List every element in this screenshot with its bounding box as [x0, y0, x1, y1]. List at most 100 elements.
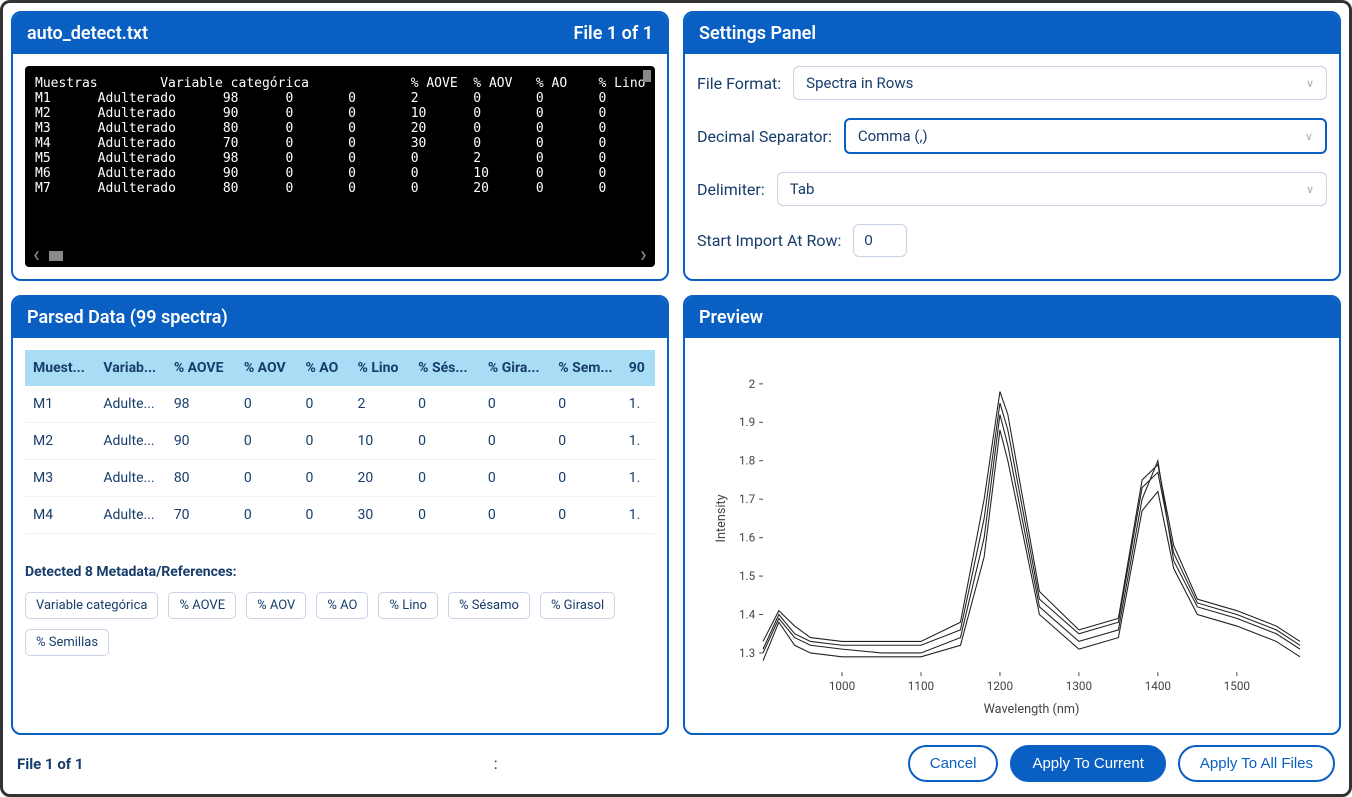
file-counter-header: File 1 of 1 — [573, 23, 653, 44]
settings-panel: Settings Panel File Format: Spectra in R… — [683, 11, 1341, 281]
table-cell: Adulte... — [95, 423, 165, 460]
table-cell: 10 — [349, 423, 410, 460]
svg-text:1.5: 1.5 — [739, 569, 756, 583]
chevron-down-icon: ∨ — [1306, 183, 1314, 196]
scroll-left-icon[interactable]: ❮ — [33, 248, 40, 263]
table-cell: Adulte... — [95, 386, 165, 423]
spectra-chart: 1.31.41.51.61.71.81.92100011001200130014… — [697, 350, 1327, 721]
svg-text:1.4: 1.4 — [739, 607, 756, 621]
file-panel: auto_detect.txt File 1 of 1 Muestras Var… — [11, 11, 669, 281]
svg-text:Wavelength (nm): Wavelength (nm) — [984, 702, 1080, 717]
delimiter-value: Tab — [790, 180, 815, 198]
table-cell: 0 — [410, 423, 480, 460]
cancel-button[interactable]: Cancel — [908, 745, 999, 782]
table-cell: 1. — [621, 497, 655, 534]
svg-text:1.9: 1.9 — [739, 415, 755, 429]
metadata-tag[interactable]: % Girasol — [540, 592, 615, 619]
table-cell: 0 — [297, 386, 349, 423]
metadata-tag[interactable]: % Sésamo — [448, 592, 530, 619]
chevron-down-icon: ∨ — [1306, 77, 1314, 90]
metadata-tag[interactable]: % AOV — [246, 592, 306, 619]
table-row[interactable]: M4Adulte...7000300001. — [25, 497, 655, 534]
table-cell: 80 — [166, 460, 236, 497]
table-cell: 0 — [297, 497, 349, 534]
metadata-tag[interactable]: % AOVE — [168, 592, 236, 619]
table-cell: 0 — [236, 423, 298, 460]
preview-title: Preview — [699, 307, 763, 328]
table-cell: M4 — [25, 497, 95, 534]
table-cell: 0 — [550, 460, 620, 497]
preview-panel: Preview 1.31.41.51.61.71.81.921000110012… — [683, 295, 1341, 735]
settings-title: Settings Panel — [699, 23, 816, 44]
svg-text:1.6: 1.6 — [739, 531, 756, 545]
parsed-data-panel: Parsed Data (99 spectra) Muest...Variab.… — [11, 295, 669, 735]
table-header: % Lino — [349, 350, 410, 386]
svg-text:1300: 1300 — [1066, 679, 1092, 693]
table-cell: M2 — [25, 423, 95, 460]
table-header: 90 — [621, 350, 655, 386]
parsed-title: Parsed Data (99 spectra) — [27, 307, 228, 328]
decimal-separator-label: Decimal Separator: — [697, 127, 832, 146]
table-header: % AO — [297, 350, 349, 386]
file-panel-header: auto_detect.txt File 1 of 1 — [13, 13, 667, 54]
svg-text:2: 2 — [749, 377, 756, 391]
table-cell: 98 — [166, 386, 236, 423]
apply-all-button[interactable]: Apply To All Files — [1178, 745, 1335, 782]
table-cell: 0 — [550, 423, 620, 460]
metadata-tag[interactable]: % Semillas — [25, 629, 109, 656]
table-cell: 0 — [480, 423, 550, 460]
table-cell: 0 — [236, 497, 298, 534]
table-row[interactable]: M1Adulte...980020001. — [25, 386, 655, 423]
table-cell: Adulte... — [95, 460, 165, 497]
table-row[interactable]: M3Adulte...8000200001. — [25, 460, 655, 497]
table-cell: 1. — [621, 386, 655, 423]
delimiter-select[interactable]: Tab ∨ — [777, 172, 1327, 206]
table-cell: M1 — [25, 386, 95, 423]
table-cell: 0 — [550, 386, 620, 423]
scroll-right-icon[interactable]: ❯ — [640, 248, 647, 263]
decimal-separator-select[interactable]: Comma (,) ∨ — [844, 118, 1327, 154]
start-row-input[interactable] — [853, 224, 907, 257]
table-cell: 0 — [410, 460, 480, 497]
svg-text:1.8: 1.8 — [739, 454, 755, 468]
table-cell: 1. — [621, 423, 655, 460]
table-cell: 0 — [480, 497, 550, 534]
table-header: % Gira... — [480, 350, 550, 386]
metadata-tag[interactable]: Variable categórica — [25, 592, 158, 619]
delimiter-label: Delimiter: — [697, 180, 765, 199]
table-cell: 30 — [349, 497, 410, 534]
settings-panel-header: Settings Panel — [685, 13, 1339, 54]
chevron-down-icon: ∨ — [1305, 130, 1313, 143]
table-cell: 0 — [236, 460, 298, 497]
table-row[interactable]: M2Adulte...9000100001. — [25, 423, 655, 460]
start-row-label: Start Import At Row: — [697, 231, 841, 250]
svg-text:Intensity: Intensity — [714, 494, 729, 542]
parsed-data-header: Parsed Data (99 spectra) — [13, 297, 667, 338]
footer-file-counter: File 1 of 1 — [17, 755, 84, 773]
table-cell: 0 — [480, 386, 550, 423]
svg-text:1.7: 1.7 — [739, 492, 756, 506]
metadata-tag[interactable]: % Lino — [378, 592, 438, 619]
table-header: % Sés... — [410, 350, 480, 386]
table-cell: 90 — [166, 423, 236, 460]
scroll-thumb-h[interactable] — [49, 251, 63, 261]
metadata-tags: Variable categórica % AOVE % AOV % AO % Lino… — [25, 592, 655, 656]
raw-file-viewer[interactable]: Muestras Variable categórica % AOVE % AO… — [25, 66, 655, 267]
table-cell: 0 — [410, 497, 480, 534]
table-cell: 1. — [621, 460, 655, 497]
apply-current-button[interactable]: Apply To Current — [1010, 745, 1165, 782]
table-cell: 0 — [480, 460, 550, 497]
table-header: Variab... — [95, 350, 165, 386]
table-cell: 70 — [166, 497, 236, 534]
svg-text:1000: 1000 — [829, 679, 855, 693]
file-format-value: Spectra in Rows — [806, 74, 913, 92]
svg-text:1.3: 1.3 — [739, 646, 755, 660]
metadata-label: Detected 8 Metadata/References: — [25, 564, 655, 580]
raw-file-text: Muestras Variable categórica % AOVE % AO… — [35, 76, 645, 196]
file-format-select[interactable]: Spectra in Rows ∨ — [793, 66, 1327, 100]
table-cell: 2 — [349, 386, 410, 423]
scroll-thumb-v[interactable] — [643, 70, 651, 82]
table-cell: 0 — [297, 423, 349, 460]
metadata-tag[interactable]: % AO — [316, 592, 368, 619]
table-cell: 0 — [236, 386, 298, 423]
